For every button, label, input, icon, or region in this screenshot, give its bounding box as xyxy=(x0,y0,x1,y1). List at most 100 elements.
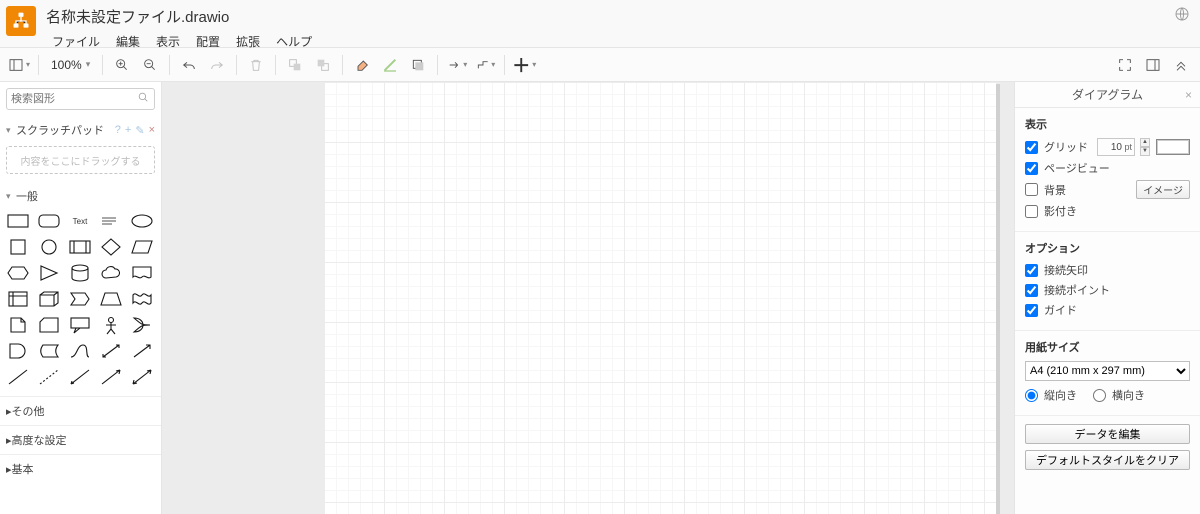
shape-parallelogram[interactable] xyxy=(129,236,155,258)
shape-triangle[interactable] xyxy=(36,262,62,284)
redo-button[interactable] xyxy=(204,52,230,78)
background-checkbox[interactable] xyxy=(1025,183,1038,196)
close-icon[interactable]: × xyxy=(1185,88,1192,102)
shape-note[interactable] xyxy=(5,314,31,336)
line-color-button[interactable] xyxy=(377,52,403,78)
clear-style-button[interactable]: デフォルトスタイルをクリア xyxy=(1025,450,1190,470)
grid-checkbox[interactable] xyxy=(1025,141,1038,154)
to-back-button[interactable] xyxy=(310,52,336,78)
menu-view[interactable]: 表示 xyxy=(148,29,188,54)
grid-size-stepper[interactable]: ▲▼ xyxy=(1140,138,1150,156)
shape-diamond[interactable] xyxy=(98,236,124,258)
scratchpad-edit-icon[interactable]: ✎ xyxy=(135,124,144,137)
category-advanced[interactable]: ▸高度な設定 xyxy=(0,425,161,454)
format-panel-toggle[interactable] xyxy=(1140,52,1166,78)
app-logo[interactable] xyxy=(6,6,36,36)
shape-document[interactable] xyxy=(129,262,155,284)
shape-or[interactable] xyxy=(129,314,155,336)
shape-cloud[interactable] xyxy=(98,262,124,284)
menu-extras[interactable]: 拡張 xyxy=(228,29,268,54)
shape-line-arrow-2[interactable] xyxy=(98,366,124,388)
language-icon[interactable] xyxy=(1174,6,1190,26)
shape-process[interactable] xyxy=(67,236,93,258)
document-title[interactable]: 名称未設定ファイル.drawio xyxy=(44,4,320,29)
separator xyxy=(437,55,438,75)
shape-callout[interactable] xyxy=(67,314,93,336)
paper-heading: 用紙サイズ xyxy=(1025,339,1190,355)
shape-trapezoid[interactable] xyxy=(98,288,124,310)
shape-line-arrow-1[interactable] xyxy=(67,366,93,388)
zoom-dropdown[interactable]: 100% ▾ xyxy=(45,58,96,72)
scratchpad-add-icon[interactable]: + xyxy=(125,124,131,137)
shape-textbox[interactable] xyxy=(98,210,124,232)
shape-tape[interactable] xyxy=(129,288,155,310)
pageview-checkbox[interactable] xyxy=(1025,162,1038,175)
search-shapes-input[interactable] xyxy=(11,93,137,105)
shape-line[interactable] xyxy=(5,366,31,388)
scratchpad-header[interactable]: ▾ スクラッチパッド ? + ✎ × xyxy=(0,116,161,142)
background-image-button[interactable]: イメージ xyxy=(1136,180,1190,199)
grid-size-input[interactable]: 10 xyxy=(1097,138,1135,156)
shadow-button[interactable] xyxy=(405,52,431,78)
conn-arrow-checkbox[interactable] xyxy=(1025,264,1038,277)
delete-button[interactable] xyxy=(243,52,269,78)
drawing-page[interactable] xyxy=(324,82,996,514)
to-front-button[interactable] xyxy=(282,52,308,78)
shadow-checkbox[interactable] xyxy=(1025,205,1038,218)
shape-cylinder[interactable] xyxy=(67,262,93,284)
category-basic[interactable]: ▸基本 xyxy=(0,454,161,483)
separator xyxy=(236,55,237,75)
menu-edit[interactable]: 編集 xyxy=(108,29,148,54)
separator xyxy=(38,55,39,75)
menubar: ファイル 編集 表示 配置 拡張 ヘルプ xyxy=(44,29,320,54)
shape-cube[interactable] xyxy=(36,288,62,310)
shape-square[interactable] xyxy=(5,236,31,258)
category-misc[interactable]: ▸その他 xyxy=(0,396,161,425)
canvas-area[interactable] xyxy=(162,82,1014,514)
landscape-radio[interactable] xyxy=(1093,389,1106,402)
shape-bidirectional-arrow[interactable] xyxy=(98,340,124,362)
shape-hexagon[interactable] xyxy=(5,262,31,284)
connection-button[interactable]: ▾ xyxy=(444,52,470,78)
paper-size-select[interactable]: A4 (210 mm x 297 mm) xyxy=(1025,361,1190,381)
guide-checkbox[interactable] xyxy=(1025,304,1038,317)
waypoint-button[interactable]: ▾ xyxy=(472,52,498,78)
grid-color-swatch[interactable] xyxy=(1156,139,1190,155)
shape-internal-storage[interactable] xyxy=(5,288,31,310)
shape-actor[interactable] xyxy=(98,314,124,336)
general-section-header[interactable]: ▾ 一般 xyxy=(0,182,161,208)
conn-point-checkbox[interactable] xyxy=(1025,284,1038,297)
options-heading: オプション xyxy=(1025,240,1190,256)
scratchpad-help-icon[interactable]: ? xyxy=(115,124,121,137)
shape-ellipse[interactable] xyxy=(129,210,155,232)
collapse-button[interactable] xyxy=(1168,52,1194,78)
menu-file[interactable]: ファイル xyxy=(44,29,108,54)
menu-arrange[interactable]: 配置 xyxy=(188,29,228,54)
fullscreen-button[interactable] xyxy=(1112,52,1138,78)
portrait-radio[interactable] xyxy=(1025,389,1038,402)
zoom-out-button[interactable] xyxy=(137,52,163,78)
shape-rectangle[interactable] xyxy=(5,210,31,232)
shape-data-storage[interactable] xyxy=(36,340,62,362)
sidebar-toggle-button[interactable]: ▾ xyxy=(6,52,32,78)
shape-rounded-rectangle[interactable] xyxy=(36,210,62,232)
menu-help[interactable]: ヘルプ xyxy=(268,29,320,54)
shape-dashed-line[interactable] xyxy=(36,366,62,388)
undo-button[interactable] xyxy=(176,52,202,78)
shape-arrow[interactable] xyxy=(129,340,155,362)
scratchpad-close-icon[interactable]: × xyxy=(149,124,155,137)
edit-data-button[interactable]: データを編集 xyxy=(1025,424,1190,444)
fill-color-button[interactable] xyxy=(349,52,375,78)
shape-card[interactable] xyxy=(36,314,62,336)
shape-line-arrow-both[interactable] xyxy=(129,366,155,388)
search-shapes-box[interactable] xyxy=(6,88,155,110)
zoom-in-button[interactable] xyxy=(109,52,135,78)
shape-curve[interactable] xyxy=(67,340,93,362)
shape-step[interactable] xyxy=(67,288,93,310)
insert-button[interactable]: ＋▾ xyxy=(511,52,537,78)
shape-text[interactable]: Text xyxy=(67,210,93,232)
pageview-label: ページビュー xyxy=(1044,160,1110,176)
shape-and[interactable] xyxy=(5,340,31,362)
scratchpad-dropzone[interactable]: 内容をここにドラッグする xyxy=(6,146,155,174)
shape-circle[interactable] xyxy=(36,236,62,258)
